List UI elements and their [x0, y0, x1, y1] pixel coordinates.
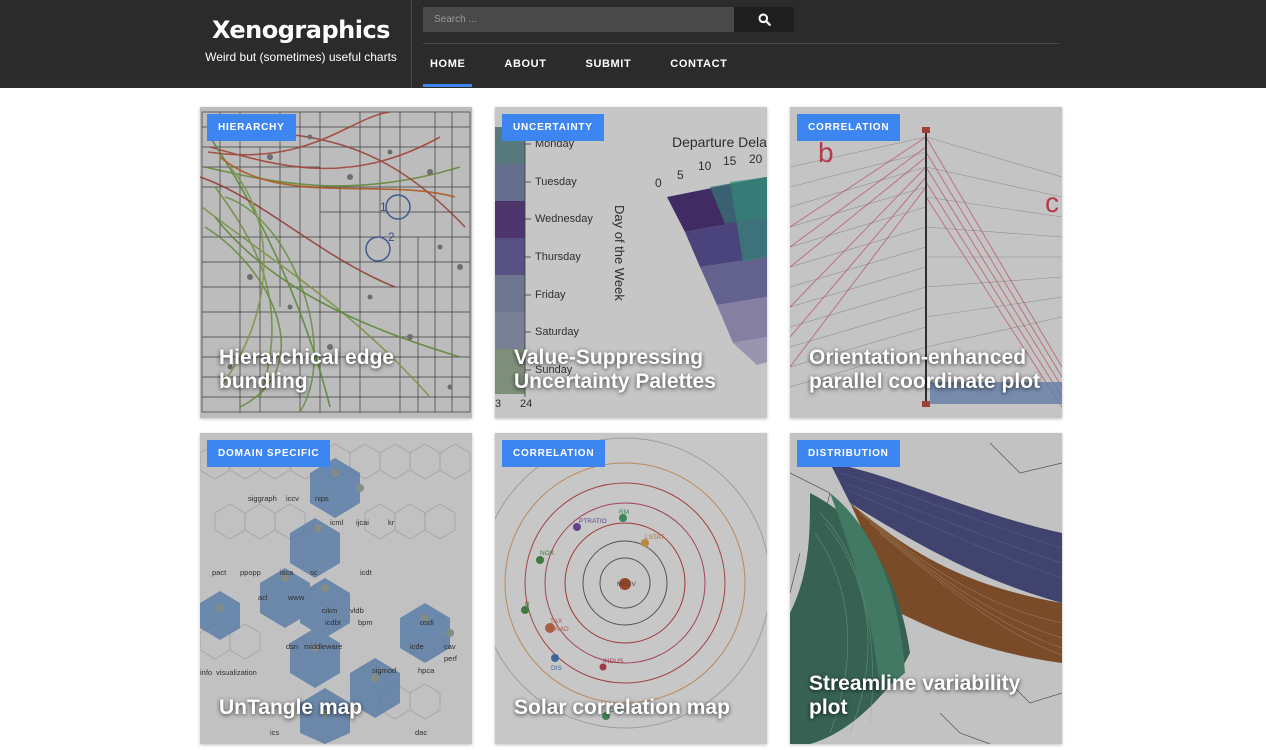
chart-card[interactable]: Monday Tuesday Wednesday Thursday Friday…	[495, 107, 767, 418]
card-title[interactable]: Hierarchical edge bundling	[219, 346, 458, 394]
category-badge[interactable]: DISTRIBUTION	[797, 440, 900, 467]
category-badge[interactable]: DOMAIN SPECIFIC	[207, 440, 331, 467]
chart-card[interactable]: DISTRIBUTION Streamline variability plot	[790, 433, 1062, 744]
main-nav: HOME ABOUT SUBMIT CONTACT	[423, 44, 759, 88]
chart-card[interactable]: b c CORRELATION Orientation-enhanced par…	[790, 107, 1062, 418]
chart-card[interactable]: 1 2 HIERARCHY Hierarchical edge bundling	[200, 107, 472, 418]
card-title[interactable]: UnTangle map	[219, 696, 458, 720]
card-title[interactable]: Streamline variability plot	[809, 672, 1048, 720]
category-badge[interactable]: HIERARCHY	[207, 114, 296, 141]
category-badge[interactable]: CORRELATION	[502, 440, 606, 467]
card-title[interactable]: Value-Suppressing Uncertainty Palettes	[514, 346, 753, 394]
site-tagline: Weird but (sometimes) useful charts	[205, 50, 397, 64]
site-header: Xenographics Weird but (sometimes) usefu…	[0, 0, 1266, 88]
category-badge[interactable]: UNCERTAINTY	[502, 114, 604, 141]
chart-card[interactable]: MEDV PTRATIO RM LSTAT NOX TAX RAD DIS IN…	[495, 433, 767, 744]
chart-card[interactable]: siggraph iccv nips icml ijcai kr pact pp…	[200, 433, 472, 744]
site-title[interactable]: Xenographics	[190, 14, 412, 46]
nav-item-about[interactable]: ABOUT	[497, 44, 553, 87]
site-brand[interactable]: Xenographics Weird but (sometimes) usefu…	[190, 14, 412, 65]
nav-item-home[interactable]: HOME	[423, 44, 473, 87]
nav-item-contact[interactable]: CONTACT	[663, 44, 734, 87]
search-input[interactable]	[423, 7, 734, 32]
category-badge[interactable]: CORRELATION	[797, 114, 901, 141]
search-icon	[758, 13, 771, 26]
card-title[interactable]: Orientation-enhanced parallel coordinate…	[809, 346, 1048, 394]
nav-item-submit[interactable]: SUBMIT	[579, 44, 639, 87]
search-button[interactable]	[734, 7, 794, 32]
header-divider	[411, 0, 412, 88]
card-title[interactable]: Solar correlation map	[514, 696, 753, 720]
